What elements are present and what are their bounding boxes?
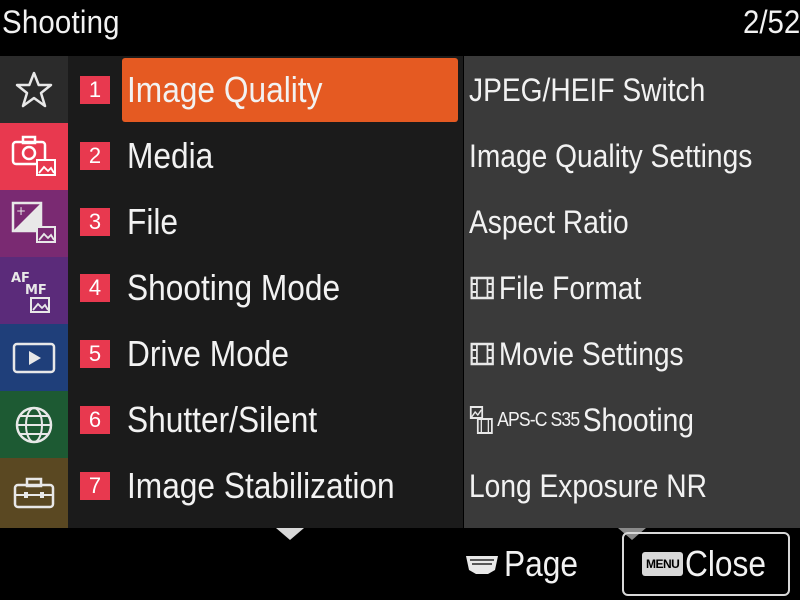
menu-item-number: 4 — [80, 274, 110, 302]
menu-item-shutter-silent[interactable]: 6 Shutter/Silent — [68, 386, 463, 452]
menu-item-label: Image Stabilization — [127, 465, 395, 506]
menu-item-number: 7 — [80, 472, 110, 500]
movie-film-icon — [470, 342, 494, 366]
movie-film-icon — [470, 276, 494, 300]
submenu-item-jpeg-heif-switch[interactable]: JPEG/HEIF Switch — [464, 56, 800, 122]
category-tab-network[interactable] — [0, 391, 68, 458]
submenu-item-file-format[interactable]: File Format — [464, 254, 800, 320]
dial-icon — [466, 556, 498, 574]
menu-list: 1 Image Quality 2 Media 3 File 4 Shootin… — [68, 56, 463, 528]
close-button-label: Close — [685, 543, 767, 584]
submenu-item-label: Aspect Ratio — [469, 204, 629, 240]
menu-item-label: File — [127, 201, 179, 242]
submenu-item-movie-settings[interactable]: Movie Settings — [464, 320, 800, 386]
category-rail: + AF MF — [0, 56, 68, 528]
svg-text:+: + — [16, 204, 26, 218]
submenu-item-label: Movie Settings — [498, 336, 684, 372]
page-indicator: 2/52 — [742, 4, 800, 40]
menu-item-label: Media — [127, 135, 214, 176]
category-tab-favorites[interactable] — [0, 56, 68, 123]
menu-item-number: 3 — [80, 208, 110, 236]
header-bar: Shooting 2/52 — [0, 0, 800, 52]
menu-item-label: Shooting Mode — [127, 267, 341, 308]
submenu-item-long-exposure-nr[interactable]: Long Exposure NR — [464, 452, 800, 518]
category-tab-setup[interactable] — [0, 458, 68, 528]
svg-text:MF: MF — [25, 283, 47, 298]
menu-item-label: Shutter/Silent — [127, 399, 318, 440]
menu-item-number: 2 — [80, 142, 110, 170]
submenu-item-label: Image Quality Settings — [469, 138, 753, 174]
submenu-item-label: JPEG/HEIF Switch — [469, 72, 706, 108]
category-tab-exposure[interactable]: + — [0, 190, 68, 257]
submenu-item-aspect-ratio[interactable]: Aspect Ratio — [464, 188, 800, 254]
submenu-item-apsc-shooting[interactable]: APS-C S35 Shooting — [464, 386, 800, 452]
menu-item-media[interactable]: 2 Media — [68, 122, 463, 188]
menu-item-image-quality[interactable]: 1 Image Quality — [68, 56, 463, 122]
toolbox-icon — [13, 477, 55, 509]
page-button-label: Page — [504, 543, 578, 584]
category-tab-focus[interactable]: AF MF — [0, 257, 68, 324]
af-mf-photo-icon: AF MF — [11, 271, 50, 313]
apsc-photo-movie-icon — [469, 406, 493, 434]
globe-icon — [15, 406, 53, 443]
page-button[interactable]: Page — [464, 536, 604, 592]
menu-item-number: 6 — [80, 406, 110, 434]
submenu-item-label: Long Exposure NR — [469, 468, 707, 504]
menu-item-number: 5 — [80, 340, 110, 368]
close-button[interactable]: MENU Close — [622, 532, 790, 596]
exposure-photo-icon: + — [11, 201, 56, 243]
menu-scroll-down-arrow-icon[interactable] — [276, 528, 304, 540]
submenu-item-image-quality-settings[interactable]: Image Quality Settings — [464, 122, 800, 188]
menu-item-number: 1 — [80, 76, 110, 104]
menu-item-label: Image Quality — [127, 69, 323, 110]
star-icon — [15, 71, 53, 107]
menu-item-label: Drive Mode — [127, 333, 289, 374]
page-title: Shooting — [2, 4, 120, 40]
menu-item-drive-mode[interactable]: 5 Drive Mode — [68, 320, 463, 386]
submenu-item-label: Shooting — [582, 402, 694, 438]
submenu-item-label: File Format — [498, 270, 642, 306]
menu-item-shooting-mode[interactable]: 4 Shooting Mode — [68, 254, 463, 320]
category-tab-shooting[interactable] — [0, 123, 68, 190]
playback-icon — [12, 342, 56, 373]
menu-item-image-stabilization[interactable]: 7 Image Stabilization — [68, 452, 463, 518]
menu-key-icon: MENU — [642, 552, 684, 576]
submenu-list: JPEG/HEIF Switch Image Quality Settings … — [464, 56, 800, 528]
camera-photo-icon — [11, 135, 56, 176]
apsc-prefix: APS-C S35 — [497, 409, 580, 431]
category-tab-playback[interactable] — [0, 324, 68, 391]
menu-item-file[interactable]: 3 File — [68, 188, 463, 254]
